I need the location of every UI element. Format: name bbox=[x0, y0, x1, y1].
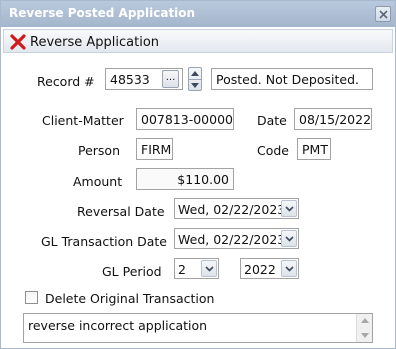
reversal-date-value: Wed, 02/22/2023 bbox=[178, 202, 286, 217]
delete-original-label[interactable]: Delete Original Transaction bbox=[45, 291, 214, 306]
chevron-down-icon bbox=[205, 266, 214, 272]
reverse-posted-application-dialog: Reverse Posted Application Reverse Appli… bbox=[0, 0, 396, 349]
memo-textarea[interactable]: reverse incorrect application bbox=[23, 313, 373, 343]
chevron-down-icon bbox=[285, 236, 294, 242]
person-field[interactable]: FIRM bbox=[136, 138, 173, 160]
date-label: Date bbox=[257, 113, 287, 128]
gl-period-value: 2 bbox=[178, 262, 186, 277]
client-matter-label: Client-Matter bbox=[42, 113, 124, 128]
memo-text: reverse incorrect application bbox=[28, 318, 208, 333]
scroll-down-icon bbox=[361, 333, 369, 338]
amount-field: $110.00 bbox=[136, 168, 234, 190]
scroll-up-icon bbox=[361, 318, 369, 323]
date-field[interactable]: 08/15/2022 bbox=[294, 108, 372, 130]
chevron-down-icon bbox=[285, 206, 294, 212]
spin-down-icon bbox=[191, 83, 199, 88]
gl-period-label: GL Period bbox=[102, 264, 162, 279]
chevron-down-icon bbox=[285, 266, 294, 272]
gl-year-select[interactable]: 2022 bbox=[240, 258, 299, 279]
record-spinner[interactable] bbox=[188, 67, 202, 91]
gl-period-dropdown-button[interactable] bbox=[201, 260, 217, 277]
amount-label: Amount bbox=[73, 174, 123, 189]
gl-period-select[interactable]: 2 bbox=[174, 258, 219, 279]
spin-up-icon bbox=[191, 71, 199, 76]
person-label: Person bbox=[78, 143, 121, 158]
client-matter-field[interactable]: 007813-000001 bbox=[136, 108, 234, 130]
title-bar: Reverse Posted Application bbox=[1, 1, 395, 27]
close-icon bbox=[379, 10, 388, 19]
gl-year-value: 2022 bbox=[244, 262, 276, 277]
close-button[interactable] bbox=[375, 6, 391, 22]
gl-transaction-date-label: GL Transaction Date bbox=[41, 234, 167, 249]
delete-original-checkbox[interactable] bbox=[25, 291, 38, 304]
toolbar: Reverse Application bbox=[3, 29, 393, 53]
gl-transaction-date-dropdown-button[interactable] bbox=[281, 230, 297, 247]
record-lookup-button[interactable]: ... bbox=[162, 70, 179, 88]
gl-transaction-date-value: Wed, 02/22/2023 bbox=[178, 232, 286, 247]
record-status-field: Posted. Not Deposited. bbox=[211, 68, 373, 90]
code-label: Code bbox=[257, 143, 290, 158]
gl-transaction-date-picker[interactable]: Wed, 02/22/2023 bbox=[174, 228, 299, 249]
reversal-date-dropdown-button[interactable] bbox=[281, 200, 297, 217]
red-x-icon bbox=[10, 34, 26, 50]
code-field[interactable]: PMT bbox=[297, 138, 331, 160]
reversal-date-picker[interactable]: Wed, 02/22/2023 bbox=[174, 198, 299, 219]
record-label: Record # bbox=[37, 74, 95, 89]
reverse-application-label: Reverse Application bbox=[30, 34, 160, 50]
reversal-date-label: Reversal Date bbox=[77, 204, 165, 219]
gl-year-dropdown-button[interactable] bbox=[281, 260, 297, 277]
window-title: Reverse Posted Application bbox=[9, 6, 196, 20]
memo-scrollbar[interactable] bbox=[356, 314, 372, 342]
reverse-application-button[interactable]: Reverse Application bbox=[10, 33, 159, 51]
